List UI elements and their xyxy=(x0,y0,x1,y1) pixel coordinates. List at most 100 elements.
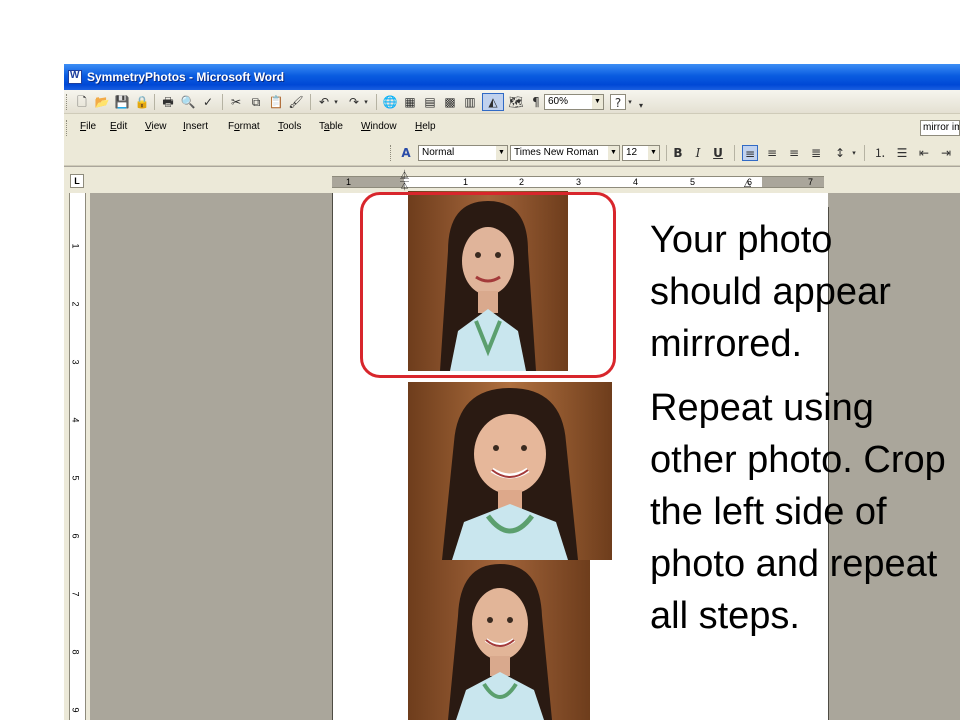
align-center-icon[interactable]: ≡ xyxy=(764,145,780,161)
chevron-down-icon[interactable]: ▼ xyxy=(592,95,603,109)
menu-insert[interactable]: Insert xyxy=(183,121,208,132)
menu-grip[interactable] xyxy=(66,120,69,136)
menu-table[interactable]: Table xyxy=(319,121,343,132)
ruler-number: 6 xyxy=(70,533,81,539)
permission-icon[interactable]: 🔒 xyxy=(134,94,150,110)
font-value: Times New Roman xyxy=(514,147,599,158)
menu-tools[interactable]: Tools xyxy=(278,121,301,132)
zoom-value: 60% xyxy=(548,96,569,107)
vertical-ruler[interactable]: 1 2 3 4 5 6 7 8 9 xyxy=(69,193,86,720)
chevron-down-icon[interactable]: ▼ xyxy=(608,146,619,160)
insert-excel-icon[interactable]: ▩ xyxy=(442,94,458,110)
separator xyxy=(154,94,155,110)
ruler-number: 5 xyxy=(70,475,81,481)
ruler-number: 7 xyxy=(70,591,81,597)
drawing-icon[interactable]: ◭ xyxy=(482,93,504,111)
toolbar-options-icon[interactable]: ▾ xyxy=(636,98,646,114)
ask-question-input[interactable]: mirror image xyxy=(920,120,960,136)
paste-icon[interactable]: 📋 xyxy=(268,94,284,110)
show-hide-paragraph-icon[interactable]: ¶ xyxy=(528,94,544,110)
zoom-select[interactable]: 60% ▼ xyxy=(544,94,604,110)
access-key: E xyxy=(110,121,117,132)
access-key: I xyxy=(183,121,186,132)
style-value: Normal xyxy=(422,147,455,158)
slide-instructions: Your photo should appear mirrored. Repea… xyxy=(650,214,950,654)
chevron-down-icon[interactable]: ▼ xyxy=(648,146,659,160)
menu-window[interactable]: Window xyxy=(361,121,397,132)
spelling-icon[interactable]: ✓ xyxy=(200,94,216,110)
insert-table-icon[interactable]: ▤ xyxy=(422,94,438,110)
print-preview-icon[interactable]: 🔍 xyxy=(180,94,196,110)
ruler-number: 4 xyxy=(70,417,81,423)
tab-selector[interactable]: L xyxy=(70,174,84,188)
copy-icon[interactable]: ⧉ xyxy=(248,94,264,110)
toolbar-grip[interactable] xyxy=(390,145,393,161)
ruler-number: 1 xyxy=(70,243,81,249)
instruction-repeat: Repeat using other photo. Crop the left … xyxy=(650,387,946,637)
line-spacing-icon[interactable]: ↕ xyxy=(832,145,848,161)
font-size-select[interactable]: 12 ▼ xyxy=(622,145,660,161)
style-select[interactable]: Normal ▼ xyxy=(418,145,508,161)
font-select[interactable]: Times New Roman ▼ xyxy=(510,145,620,161)
document-map-icon[interactable]: 🗺 xyxy=(508,94,524,110)
new-document-icon[interactable]: 🗋 xyxy=(74,94,90,110)
title-bar: SymmetryPhotos - Microsoft Word xyxy=(64,64,960,90)
menu-help[interactable]: Help xyxy=(415,121,436,132)
help-icon[interactable]: ? xyxy=(610,94,626,110)
bullets-icon[interactable]: ☰ xyxy=(894,145,910,161)
word-app-icon[interactable] xyxy=(68,70,82,84)
right-indent-icon[interactable]: △ xyxy=(744,179,751,189)
ruler-number: 5 xyxy=(690,177,696,187)
access-key: W xyxy=(361,121,371,132)
horizontal-ruler[interactable]: 1 1 2 3 4 5 6 7 ⏅ ⏄ △ xyxy=(332,171,824,192)
separator xyxy=(864,145,865,161)
styles-formatting-icon[interactable]: A xyxy=(398,145,414,161)
print-icon[interactable]: 🖶 xyxy=(160,94,176,110)
increase-indent-icon[interactable]: ⇥ xyxy=(938,145,954,161)
original-photo[interactable] xyxy=(408,382,612,560)
menu-format[interactable]: Format xyxy=(228,121,260,132)
ruler-number: 7 xyxy=(808,177,814,187)
access-key: F xyxy=(80,121,87,132)
decrease-indent-icon[interactable]: ⇤ xyxy=(916,145,932,161)
menu-edit[interactable]: Edit xyxy=(110,121,127,132)
menu-file[interactable]: File xyxy=(80,121,96,132)
access-key: a xyxy=(324,121,330,132)
format-painter-icon[interactable]: 🖌 xyxy=(288,94,304,110)
tables-borders-icon[interactable]: ▦ xyxy=(402,94,418,110)
ruler-number: 8 xyxy=(70,649,81,655)
ruler-number: 3 xyxy=(70,359,81,365)
underline-button[interactable]: U xyxy=(710,145,726,161)
align-right-icon[interactable]: ≡ xyxy=(786,145,802,161)
hyperlink-icon[interactable]: 🌐 xyxy=(382,94,398,110)
separator xyxy=(666,145,667,161)
access-key: H xyxy=(415,121,423,132)
toolbar-grip[interactable] xyxy=(66,94,69,110)
chevron-down-icon[interactable]: ▼ xyxy=(496,146,507,160)
access-key: V xyxy=(145,121,152,132)
undo-dropdown-icon[interactable]: ▾ xyxy=(332,94,340,110)
separator xyxy=(734,145,735,161)
ruler-number: 9 xyxy=(70,707,81,713)
formatting-toolbar: A Normal ▼ Times New Roman ▼ 12 ▼ B I U … xyxy=(64,141,960,166)
menu-bar: File Edit View Insert Format Tools Table… xyxy=(64,114,960,141)
align-left-icon[interactable]: ≡ xyxy=(742,145,758,161)
second-photo[interactable] xyxy=(408,560,590,720)
redo-dropdown-icon[interactable]: ▾ xyxy=(362,94,370,110)
columns-icon[interactable]: ▥ xyxy=(462,94,478,110)
cut-icon[interactable]: ✂ xyxy=(228,94,244,110)
help-dropdown-icon[interactable]: ▾ xyxy=(626,94,634,110)
italic-button[interactable]: I xyxy=(690,145,706,161)
access-key: o xyxy=(234,121,240,132)
ruler-number: 1 xyxy=(346,177,352,187)
instruction-mirrored: Your photo should appear mirrored. xyxy=(650,219,891,365)
open-folder-icon[interactable]: 📂 xyxy=(94,94,110,110)
bold-button[interactable]: B xyxy=(670,145,686,161)
line-spacing-dropdown-icon[interactable]: ▾ xyxy=(850,145,858,161)
undo-icon[interactable]: ↶ xyxy=(316,94,332,110)
save-icon[interactable]: 💾 xyxy=(114,94,130,110)
justify-icon[interactable]: ≣ xyxy=(808,145,824,161)
redo-icon[interactable]: ↷ xyxy=(346,94,362,110)
numbering-icon[interactable]: ⒈ xyxy=(872,145,888,161)
menu-view[interactable]: View xyxy=(145,121,167,132)
